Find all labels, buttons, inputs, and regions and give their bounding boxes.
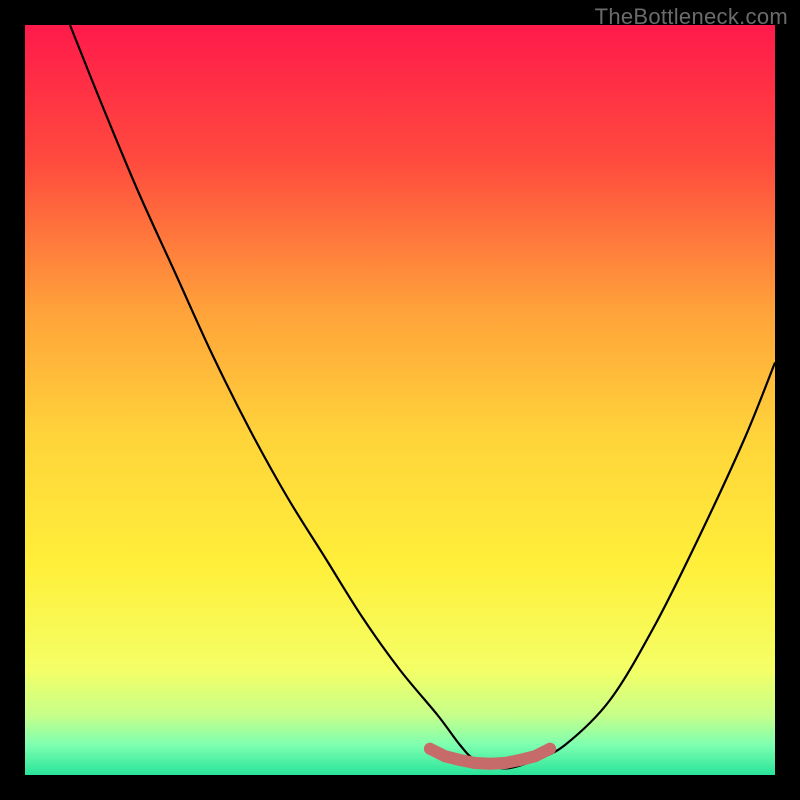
marker-dot [544, 743, 556, 755]
marker-dot [529, 750, 541, 762]
marker-dot [454, 754, 466, 766]
plot-area [25, 25, 775, 775]
marker-dot [514, 754, 526, 766]
bottleneck-curve [70, 25, 775, 768]
marker-dot [469, 757, 481, 769]
chart-stage: TheBottleneck.com [0, 0, 800, 800]
optimal-zone-markers [424, 743, 556, 770]
marker-dot [439, 750, 451, 762]
marker-dot [484, 758, 496, 770]
marker-dot [499, 757, 511, 769]
marker-dot [424, 743, 436, 755]
curve-layer [25, 25, 775, 775]
